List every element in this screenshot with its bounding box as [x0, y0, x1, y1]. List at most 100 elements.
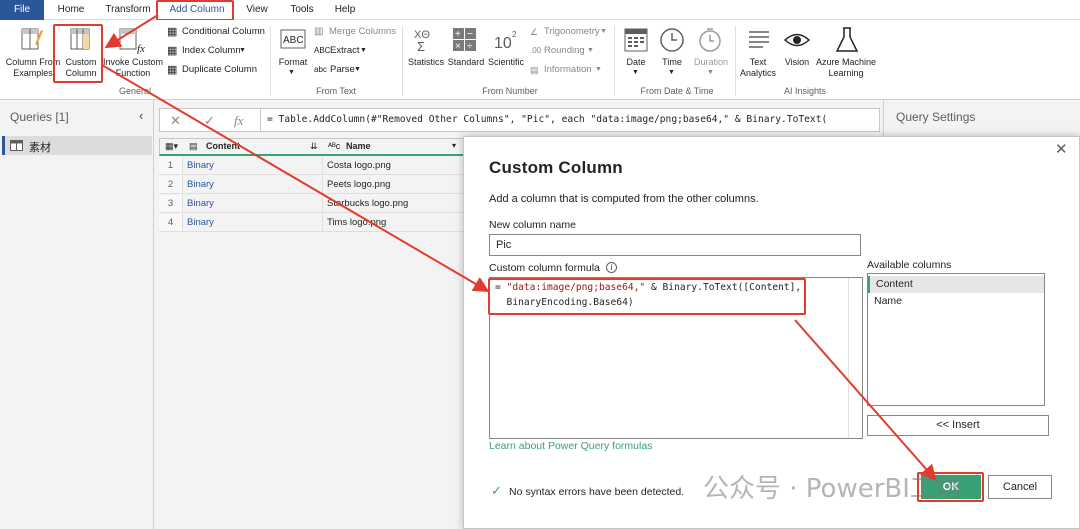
menu-transform[interactable]: Transform [102, 0, 154, 20]
name-cell[interactable]: Costa logo.png [323, 157, 464, 175]
menu-view[interactable]: View [242, 0, 272, 20]
group-from-text-label: From Text [316, 86, 356, 96]
query-item[interactable]: 素材 [2, 136, 152, 155]
learn-formulas-link[interactable]: Learn about Power Query formulas [489, 440, 652, 452]
grid-header: ▦▾ ▤ Content ⇊ ᴬᴮc Name ▾ [159, 138, 464, 156]
ribbon-separator [614, 26, 615, 96]
formula-highlight [488, 278, 806, 315]
checkmark-icon: ✓ [491, 483, 502, 498]
ribbon: Column From Examples Custom Column fx In… [0, 20, 1080, 100]
query-settings-title: Query Settings [896, 110, 976, 124]
commit-formula-icon[interactable]: ✓ [204, 113, 215, 129]
binary-cell[interactable]: Binary [183, 195, 323, 213]
name-cell[interactable]: Peets logo.png [323, 176, 464, 194]
svg-text:×: × [455, 41, 461, 52]
dialog-title: Custom Column [489, 158, 623, 177]
scientific-icon: 102 [494, 30, 517, 52]
group-general-label: General [118, 86, 152, 96]
binary-cell[interactable]: Binary [183, 214, 323, 232]
syntax-status: No syntax errors have been detected. [509, 486, 685, 498]
info-icon[interactable]: i [606, 262, 617, 273]
expand-icon[interactable]: ⇊ [310, 141, 318, 152]
format-icon: ABC [280, 29, 306, 49]
close-icon[interactable]: ✕ [1055, 140, 1068, 158]
cancel-button[interactable]: Cancel [988, 475, 1052, 499]
row-number: 2 [159, 176, 183, 194]
group-from-date-time-label: From Date & Time [640, 86, 714, 96]
insert-button[interactable]: << Insert [867, 415, 1049, 436]
formula-bar: ✕ ✓ fx = Table.AddColumn(#"Removed Other… [159, 108, 880, 132]
rounding-button[interactable]: Rounding [544, 44, 585, 58]
cancel-formula-icon[interactable]: ✕ [170, 113, 181, 129]
duplicate-column-button[interactable]: Duplicate Column [182, 63, 257, 77]
new-column-name-label: New column name [489, 219, 576, 231]
table-menu-icon[interactable]: ▦▾ [165, 141, 178, 152]
formula-text[interactable]: = Table.AddColumn(#"Removed Other Column… [260, 109, 827, 131]
text-analytics-icon [749, 31, 769, 48]
parse-icon: abc [314, 65, 327, 74]
row-number: 3 [159, 195, 183, 213]
rounding-icon: .00 [530, 46, 542, 55]
available-columns-list[interactable]: Content Name [867, 273, 1045, 406]
chevron-down-icon: ▼ [360, 47, 367, 54]
conditional-column-button[interactable]: Conditional Column [182, 25, 265, 39]
new-column-name-input[interactable]: Pic [489, 234, 861, 256]
extract-button[interactable]: Extract [330, 44, 360, 58]
trigonometry-button[interactable]: Trigonometry [544, 25, 600, 39]
trigonometry-icon: ∠ [530, 27, 539, 37]
chevron-down-icon: ▼ [668, 69, 675, 76]
svg-text:÷: ÷ [467, 41, 473, 52]
fx-icon[interactable]: fx [234, 113, 243, 129]
text-analytics-button[interactable]: Text Analytics [736, 57, 780, 79]
menu-tools[interactable]: Tools [286, 0, 318, 20]
name-cell[interactable]: Tims logo.png [323, 214, 464, 232]
ribbon-separator [270, 26, 271, 96]
menu-home[interactable]: Home [54, 0, 88, 20]
index-column-icon: ▦ [167, 45, 178, 57]
conditional-column-icon: ▦ [167, 26, 178, 38]
available-column-item[interactable]: Content [868, 276, 1044, 293]
binary-cell[interactable]: Binary [183, 157, 323, 175]
merge-columns-button[interactable]: Merge Columns [329, 25, 396, 39]
index-column-button[interactable]: Index Column [182, 44, 241, 58]
power-query-editor: File Home Transform Add Column View Tool… [0, 0, 1080, 529]
formula-scrollbar[interactable] [848, 278, 863, 438]
binary-type-icon: ▤ [189, 141, 198, 151]
chevron-down-icon: ▼ [707, 69, 714, 76]
row-number: 1 [159, 157, 183, 175]
merge-columns-icon: ▥ [314, 26, 324, 37]
custom-column-highlight [53, 24, 103, 83]
information-button[interactable]: Information [544, 63, 592, 77]
standard-button[interactable]: Standard [444, 57, 488, 68]
binary-cell[interactable]: Binary [183, 176, 323, 194]
svg-text:2: 2 [512, 30, 517, 39]
collapse-chevron-icon[interactable]: ‹ [139, 108, 143, 123]
text-type-icon: ᴬᴮc [328, 141, 341, 151]
queries-title: Queries [1] [10, 110, 69, 124]
extract-icon: ABC [314, 46, 331, 55]
statistics-button[interactable]: Statistics [404, 57, 448, 68]
azure-ml-button[interactable]: Azure Machine Learning [814, 57, 878, 79]
ribbon-separator [402, 26, 403, 96]
chevron-down-icon: ▼ [600, 28, 607, 35]
chevron-down-icon: ▼ [354, 66, 361, 73]
add-column-highlight [156, 0, 234, 21]
invoke-custom-function-button[interactable]: Invoke Custom Function [102, 57, 164, 79]
row-number: 4 [159, 214, 183, 232]
svg-text:10: 10 [494, 35, 512, 52]
name-cell[interactable]: Starbucks logo.png [323, 195, 464, 213]
column-header-name[interactable]: Name [346, 141, 371, 151]
filter-dropdown-icon[interactable]: ▾ [452, 141, 456, 150]
column-header-content[interactable]: Content [206, 141, 240, 151]
svg-text:fx: fx [137, 43, 145, 54]
parse-button[interactable]: Parse [330, 63, 355, 77]
menu-help[interactable]: Help [330, 0, 360, 20]
svg-text:−: − [467, 29, 473, 40]
available-columns-label: Available columns [867, 259, 952, 271]
scientific-button[interactable]: Scientific [484, 57, 528, 68]
menu-file[interactable]: File [0, 0, 44, 20]
available-column-item[interactable]: Name [868, 293, 1044, 310]
vision-button[interactable]: Vision [778, 57, 816, 68]
column-from-examples-icon [21, 28, 43, 50]
dialog-description: Add a column that is computed from the o… [489, 193, 759, 205]
